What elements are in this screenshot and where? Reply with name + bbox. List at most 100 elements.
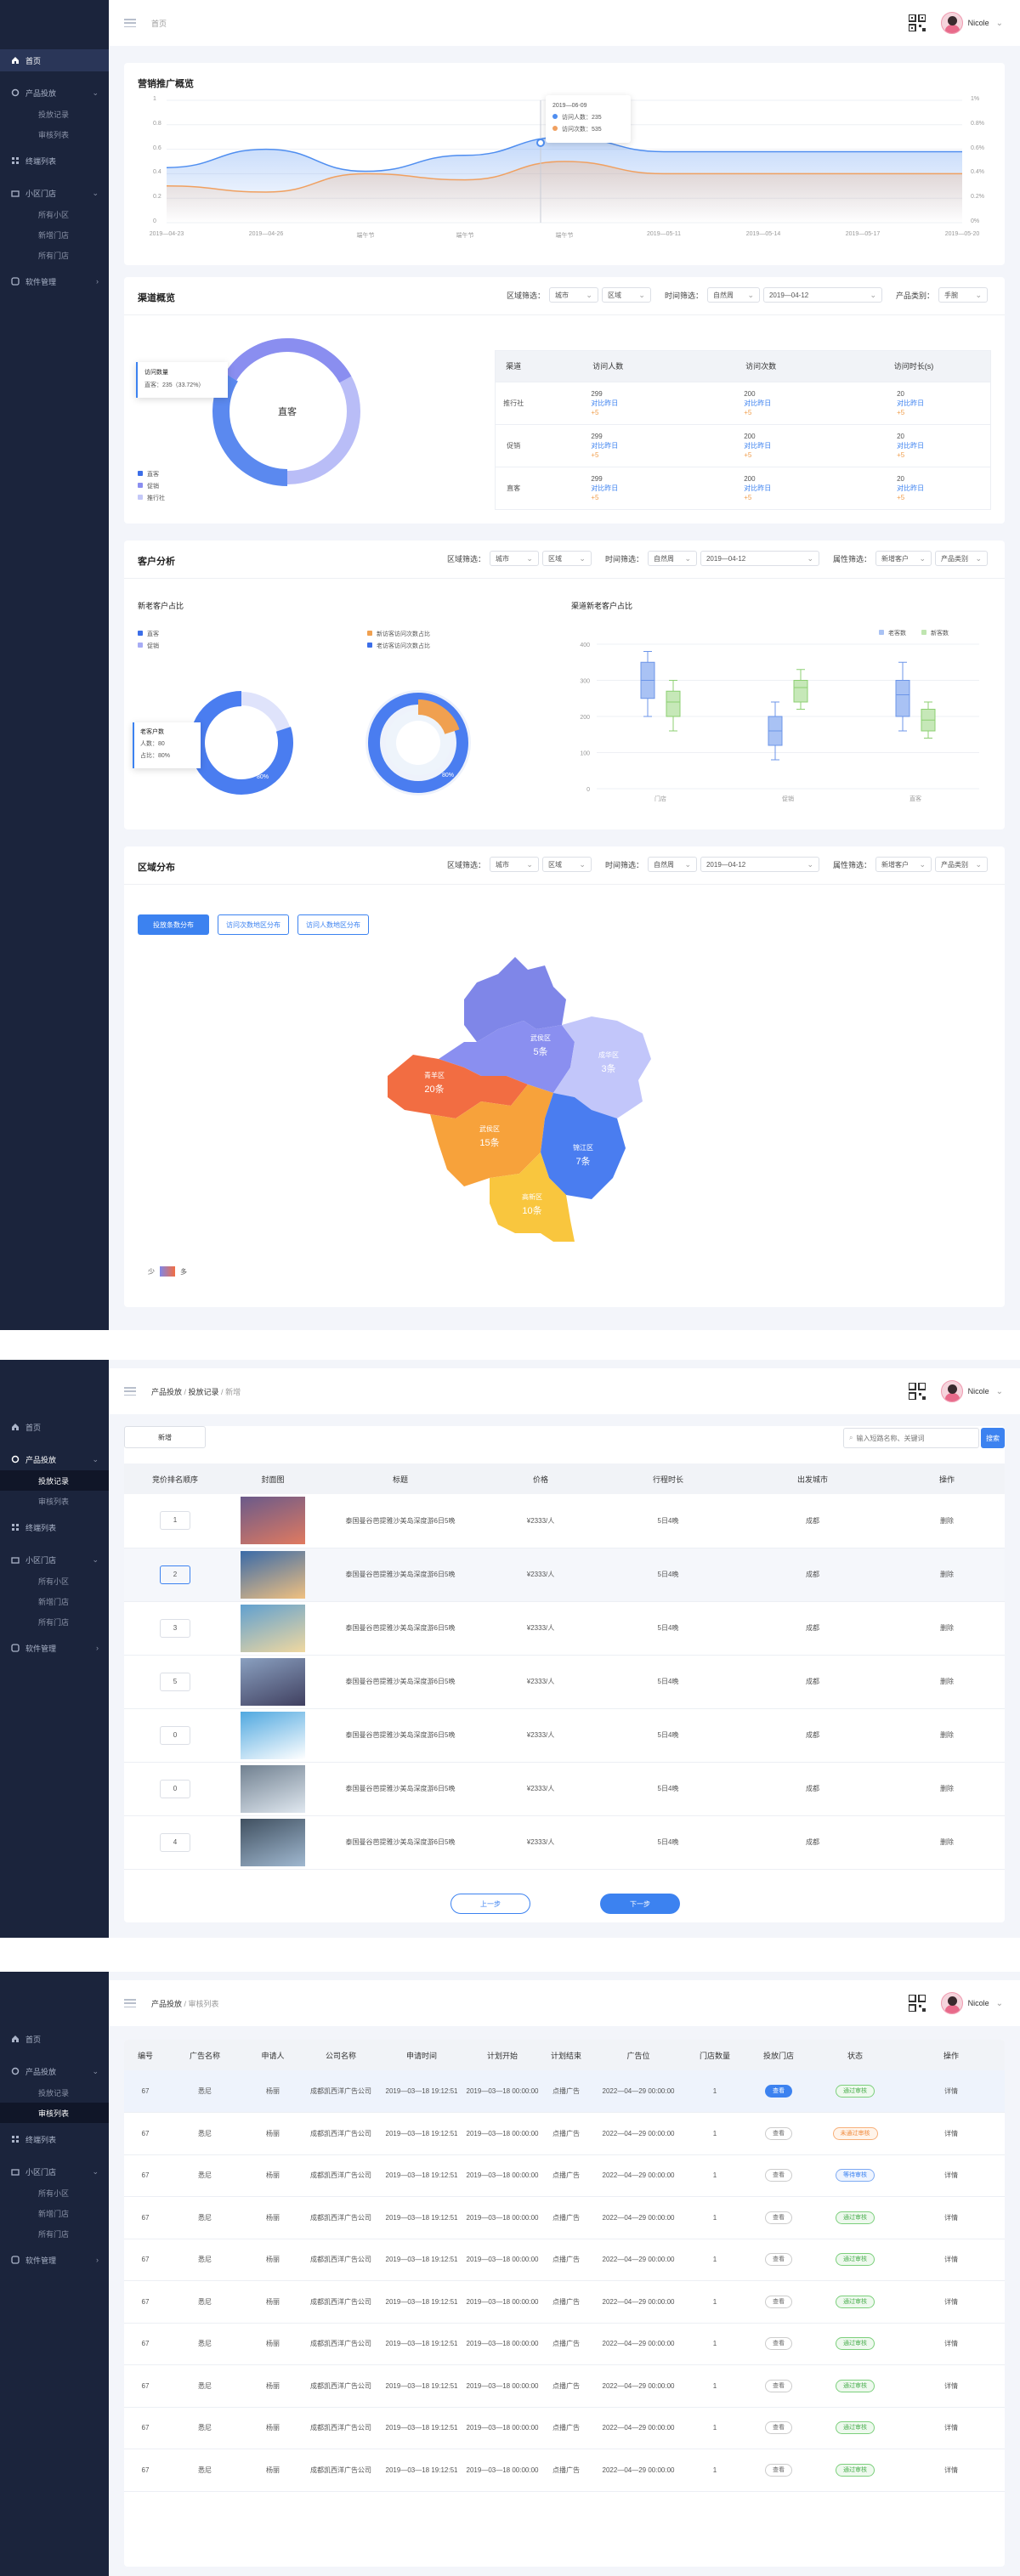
sidebar-item-software[interactable]: 软件管理 › [0, 2249, 109, 2271]
detail-link[interactable]: 详情 [898, 2449, 1005, 2492]
user-name[interactable]: Nicole [968, 1387, 989, 1396]
compare-link[interactable]: 对比昨日 [744, 441, 837, 450]
sidebar-item-product[interactable]: 产品投放 ⌄ [0, 1448, 109, 1470]
view-stores-button[interactable]: 查看 [765, 2211, 792, 2224]
sidebar-item-home[interactable]: 首页 [0, 49, 109, 71]
next-step-button[interactable]: 下一步 [600, 1894, 680, 1914]
detail-link[interactable]: 详情 [898, 2281, 1005, 2324]
district-select[interactable]: 区域 [541, 551, 592, 566]
delete-link[interactable]: 删除 [889, 1548, 1005, 1601]
sidebar-item-terminals[interactable]: 终端列表 [0, 1516, 109, 1538]
breadcrumb-item[interactable]: 产品投放 [151, 2000, 182, 2008]
city-select[interactable]: 城市 [489, 857, 539, 872]
view-stores-button[interactable]: 查看 [765, 2295, 792, 2308]
chevron-down-icon[interactable]: ⌄ [996, 1999, 1003, 2008]
period-select[interactable]: 自然周 [647, 857, 697, 872]
breadcrumb-item[interactable]: 产品投放 [151, 1388, 182, 1396]
compare-link[interactable]: 对比昨日 [591, 484, 684, 493]
qr-code-icon[interactable] [908, 14, 926, 31]
search-input[interactable] [856, 1434, 967, 1442]
user-name[interactable]: Nicole [968, 1999, 989, 2007]
menu-toggle-icon[interactable] [124, 1387, 136, 1396]
sidebar-subitem-communities[interactable]: 所有小区 [0, 204, 109, 224]
view-stores-button[interactable]: 查看 [765, 2169, 792, 2183]
view-stores-button[interactable]: 查看 [765, 2085, 792, 2098]
avatar[interactable] [940, 1380, 963, 1402]
sidebar-subitem-communities[interactable]: 所有小区 [0, 1571, 109, 1591]
sidebar-subitem-all-stores[interactable]: 所有门店 [0, 2223, 109, 2244]
chevron-down-icon[interactable]: ⌄ [996, 1387, 1003, 1396]
qr-code-icon[interactable] [908, 1383, 926, 1400]
sidebar-item-product[interactable]: 产品投放 ⌄ [0, 2060, 109, 2082]
compare-link[interactable]: 对比昨日 [591, 399, 684, 408]
delete-link[interactable]: 删除 [889, 1601, 1005, 1655]
delete-link[interactable]: 删除 [889, 1762, 1005, 1815]
compare-link[interactable]: 对比昨日 [591, 441, 684, 450]
delete-link[interactable]: 删除 [889, 1655, 1005, 1708]
box-mark[interactable] [895, 661, 910, 732]
detail-link[interactable]: 详情 [898, 2113, 1005, 2155]
add-button[interactable]: 新增 [124, 1426, 206, 1448]
rank-input[interactable]: 1 [160, 1511, 190, 1531]
sidebar-subitem-review[interactable]: 审核列表 [0, 2103, 109, 2123]
detail-link[interactable]: 详情 [898, 2365, 1005, 2408]
menu-toggle-icon[interactable] [124, 19, 136, 27]
rank-input[interactable]: 3 [160, 1618, 190, 1638]
sidebar-item-software[interactable]: 软件管理 › [0, 1637, 109, 1659]
view-stores-button[interactable]: 查看 [765, 2421, 792, 2435]
box-mark[interactable] [793, 669, 808, 710]
sidebar-subitem-add-store[interactable]: 新增门店 [0, 2203, 109, 2223]
sidebar-subitem-add-store[interactable]: 新增门店 [0, 224, 109, 245]
compare-link[interactable]: 对比昨日 [744, 399, 837, 408]
donut-slice-promo[interactable] [224, 338, 352, 383]
sidebar-subitem-all-stores[interactable]: 所有门店 [0, 1611, 109, 1632]
rank-input[interactable]: 2 [160, 1565, 190, 1584]
rank-input[interactable]: 4 [160, 1832, 190, 1852]
city-select[interactable]: 城市 [489, 551, 539, 566]
sidebar-subitem-records[interactable]: 投放记录 [0, 2082, 109, 2103]
sidebar-item-home[interactable]: 首页 [0, 2028, 109, 2050]
district-select[interactable]: 区域 [541, 857, 592, 872]
menu-toggle-icon[interactable] [124, 1999, 136, 2007]
sidebar-item-stores[interactable]: 小区门店 ⌄ [0, 1548, 109, 1571]
sidebar-subitem-communities[interactable]: 所有小区 [0, 2183, 109, 2203]
detail-link[interactable]: 详情 [898, 2239, 1005, 2281]
sidebar-item-stores[interactable]: 小区门店 ⌄ [0, 182, 109, 204]
tab-visit-count[interactable]: 访问次数地区分布 [218, 914, 289, 935]
box-mark[interactable] [921, 701, 936, 739]
box-mark[interactable] [666, 680, 681, 732]
avatar[interactable] [940, 12, 963, 34]
chevron-down-icon[interactable]: ⌄ [996, 19, 1003, 28]
sidebar-item-home[interactable]: 首页 [0, 1416, 109, 1438]
rank-input[interactable]: 5 [160, 1672, 190, 1691]
tab-post-count[interactable]: 投放条数分布 [138, 914, 209, 935]
rank-input[interactable]: 0 [160, 1779, 190, 1798]
sidebar-item-stores[interactable]: 小区门店 ⌄ [0, 2160, 109, 2183]
sidebar-subitem-review[interactable]: 审核列表 [0, 124, 109, 144]
view-stores-button[interactable]: 查看 [765, 2253, 792, 2267]
city-select[interactable]: 城市 [548, 287, 598, 303]
product-select[interactable]: 手腕 [938, 287, 988, 303]
sidebar-item-product[interactable]: 产品投放 ⌄ [0, 82, 109, 104]
compare-link[interactable]: 对比昨日 [897, 484, 990, 493]
sidebar-subitem-records[interactable]: 投放记录 [0, 104, 109, 124]
sidebar-subitem-all-stores[interactable]: 所有门店 [0, 245, 109, 265]
sidebar-subitem-review[interactable]: 审核列表 [0, 1491, 109, 1511]
delete-link[interactable]: 删除 [889, 1815, 1005, 1869]
qr-code-icon[interactable] [908, 1995, 926, 2012]
avatar[interactable] [940, 1992, 963, 2014]
rank-input[interactable]: 0 [160, 1725, 190, 1745]
delete-link[interactable]: 删除 [889, 1708, 1005, 1762]
sidebar-subitem-add-store[interactable]: 新增门店 [0, 1591, 109, 1611]
view-stores-button[interactable]: 查看 [765, 2463, 792, 2477]
sidebar-subitem-records[interactable]: 投放记录 [0, 1470, 109, 1491]
district-select[interactable]: 区域 [601, 287, 651, 303]
period-select[interactable]: 自然周 [647, 551, 697, 566]
box-mark[interactable] [768, 701, 783, 761]
detail-link[interactable]: 详情 [898, 2070, 1005, 2113]
date-select[interactable]: 2019—04-12 [700, 551, 819, 566]
compare-link[interactable]: 对比昨日 [897, 441, 990, 450]
period-select[interactable]: 自然周 [706, 287, 760, 303]
view-stores-button[interactable]: 查看 [765, 2126, 792, 2140]
product-select[interactable]: 产品类别 [935, 551, 988, 566]
